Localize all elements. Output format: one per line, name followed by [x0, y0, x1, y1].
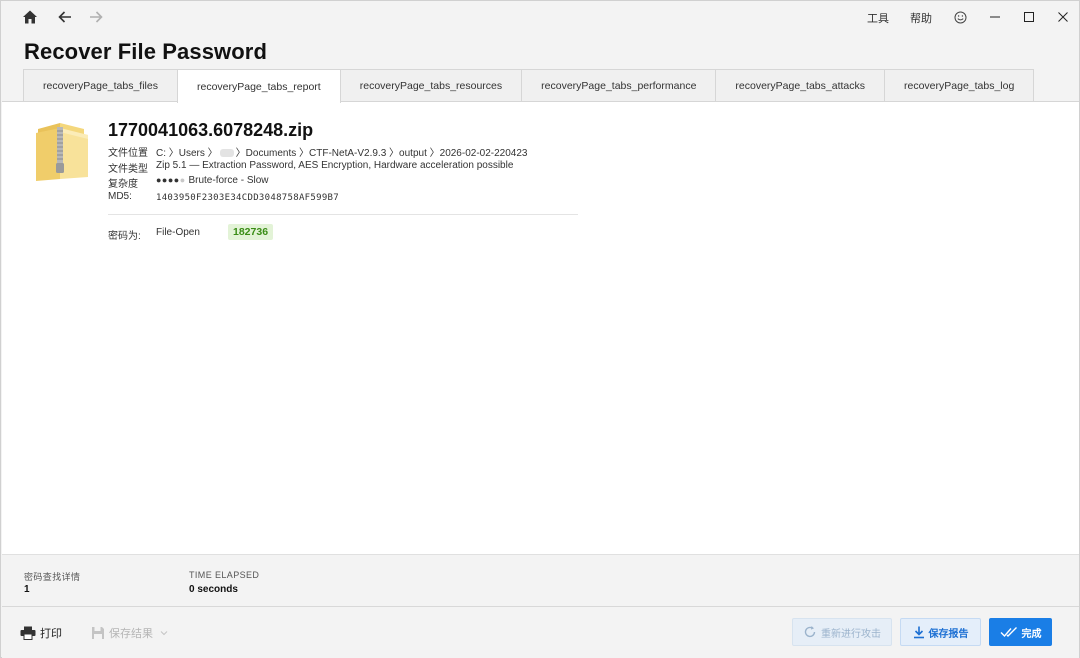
download-icon: [913, 626, 924, 638]
print-button[interactable]: 打印: [20, 625, 62, 641]
md5-value: 1403950F2303E34CDD3048758AF599B7: [156, 193, 339, 203]
time-elapsed-value: 0 seconds: [189, 584, 238, 595]
done-button[interactable]: 完成: [989, 618, 1052, 646]
password-label: 密码为:: [108, 231, 141, 242]
md5-label: MD5:: [108, 191, 132, 202]
print-label: 打印: [40, 628, 62, 640]
app-window: 工具 帮助 Recover File Password recoveryPage…: [0, 0, 1080, 658]
tab-performance[interactable]: recoveryPage_tabs_performance: [521, 69, 717, 102]
password-mode: File-Open: [156, 227, 200, 238]
save-report-button[interactable]: 保存报告: [900, 618, 981, 646]
type-row: 文件类型 Zip 5.1 — Extraction Password, AES …: [108, 160, 513, 175]
zip-folder-icon: [32, 119, 92, 183]
save-disk-icon: [92, 627, 104, 639]
stats-bar: 密码查找详情 1 TIME ELAPSED 0 seconds: [2, 554, 1079, 606]
tools-menu[interactable]: 工具: [867, 10, 889, 26]
section-divider: [108, 214, 578, 215]
complexity-text: Brute-force - Slow: [188, 175, 269, 186]
complexity-dot-empty: ●: [179, 175, 186, 185]
done-label: 完成: [1021, 628, 1042, 640]
save-report-label: 保存报告: [928, 628, 969, 640]
smiley-feedback-icon[interactable]: [947, 5, 973, 29]
save-result-label: 保存结果: [109, 628, 153, 640]
page-title: Recover File Password: [24, 39, 267, 64]
search-details-label: 密码查找详情: [24, 572, 81, 582]
type-value: Zip 5.1 — Extraction Password, AES Encry…: [156, 160, 514, 171]
md5-row: MD5: 1403950F2303E34CDD3048758AF599B7: [108, 191, 339, 203]
complexity-label: 复杂度: [108, 179, 138, 190]
location-row: 文件位置 C: 〉Users 〉 〉Documents 〉CTF-NetA-V2.…: [108, 144, 527, 159]
type-label: 文件类型: [108, 164, 148, 175]
search-details-value: 1: [24, 584, 30, 595]
tab-resources[interactable]: recoveryPage_tabs_resources: [339, 69, 523, 102]
tab-bar: recoveryPage_tabs_files recoveryPage_tab…: [23, 69, 1035, 103]
action-bar: 打印 保存结果 重新进行攻击 保存报告 完成: [2, 606, 1079, 658]
location-value: C: 〉Users 〉 〉Documents 〉CTF-NetA-V2.9.3 〉…: [156, 144, 527, 159]
help-menu[interactable]: 帮助: [910, 10, 932, 26]
chevron-down-icon: [160, 631, 168, 636]
back-arrow-icon[interactable]: [52, 5, 78, 29]
printer-icon: [20, 626, 36, 640]
double-check-icon: [1000, 627, 1017, 638]
tab-files[interactable]: recoveryPage_tabs_files: [23, 69, 178, 102]
home-icon[interactable]: [17, 5, 43, 29]
forward-arrow-icon[interactable]: [83, 5, 109, 29]
complexity-dots: ●●●●: [156, 175, 180, 185]
tab-attacks[interactable]: recoveryPage_tabs_attacks: [715, 69, 885, 102]
password-value[interactable]: 182736: [228, 224, 274, 240]
time-elapsed-label: TIME ELAPSED: [189, 570, 260, 580]
redacted-username: [219, 149, 234, 158]
report-panel: 1770041063.6078248.zip 文件位置 C: 〉Users 〉 〉…: [2, 101, 1079, 554]
complexity-row: 复杂度 ●●●●● Brute-force - Slow: [108, 175, 269, 190]
location-prefix: C: 〉Users 〉: [156, 148, 218, 159]
location-label: 文件位置: [108, 148, 148, 159]
maximize-icon[interactable]: [1014, 5, 1044, 29]
tab-report[interactable]: recoveryPage_tabs_report: [176, 69, 341, 103]
title-bar: 工具 帮助: [1, 1, 1079, 33]
file-name: 1770041063.6078248.zip: [108, 120, 314, 140]
retry-attack-button[interactable]: 重新进行攻击: [792, 618, 892, 646]
tab-log[interactable]: recoveryPage_tabs_log: [884, 69, 1035, 102]
refresh-icon: [804, 626, 816, 638]
location-suffix: 〉Documents 〉CTF-NetA-V2.9.3 〉output 〉202…: [235, 148, 528, 159]
complexity-value: ●●●●● Brute-force - Slow: [156, 175, 269, 190]
minimize-icon[interactable]: [980, 5, 1010, 29]
retry-label: 重新进行攻击: [821, 628, 881, 640]
close-icon[interactable]: [1048, 5, 1078, 29]
save-result-button[interactable]: 保存结果: [91, 625, 173, 641]
